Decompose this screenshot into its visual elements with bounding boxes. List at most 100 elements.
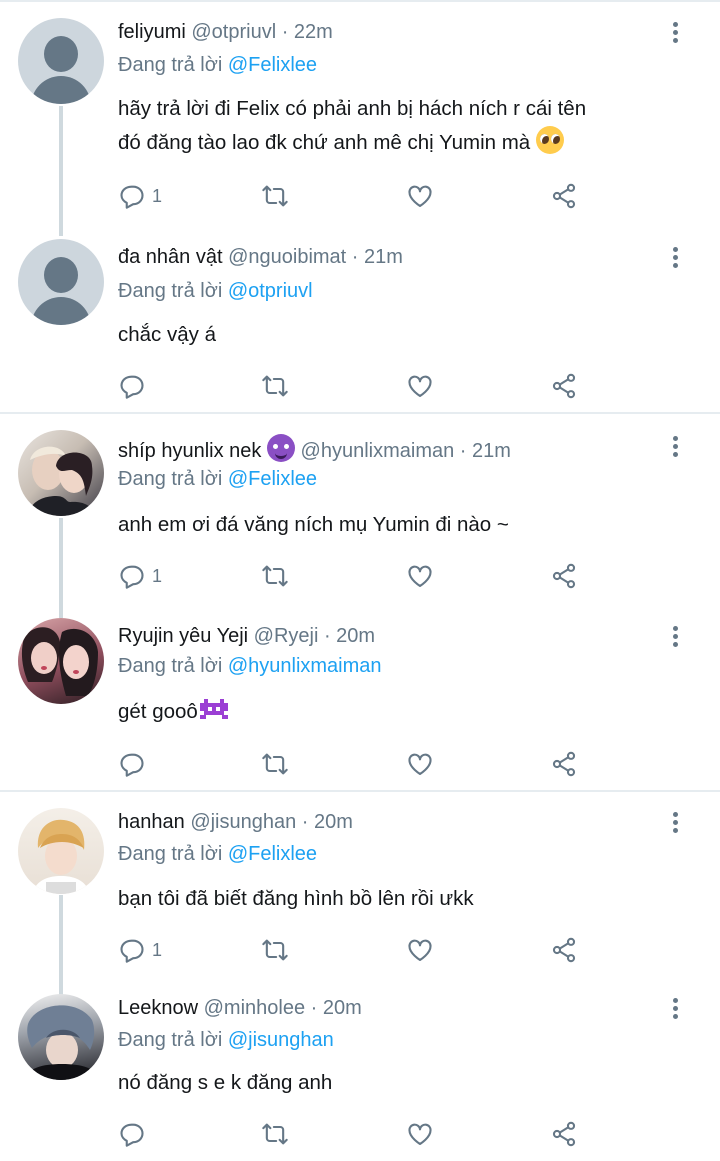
replying-to: Đang trả lời @Felixlee (118, 468, 318, 490)
tweet-actions: 1 (118, 179, 588, 213)
handle-time: @hyunlixmaiman · 21m (300, 440, 511, 462)
tweet-header: shíp hyunlix nek @hyunlixmaiman · 21m (118, 434, 511, 463)
tweet-header: Leeknow @minholee · 20m (118, 996, 362, 1020)
handle-time: @jisunghan · 20m (190, 811, 353, 833)
avatar[interactable] (18, 18, 104, 104)
share-button[interactable] (550, 747, 578, 781)
share-icon (552, 373, 576, 399)
avatar[interactable] (18, 430, 104, 516)
tweet-actions: 1 (118, 559, 588, 593)
replying-to: Đang trả lời @hyunlixmaiman (118, 655, 382, 677)
like-icon (408, 753, 432, 775)
more-icon[interactable] (668, 626, 682, 650)
reply-button[interactable] (118, 369, 152, 403)
reply-count: 1 (152, 939, 163, 960)
reply-icon (120, 1123, 144, 1147)
reply-icon (120, 565, 144, 589)
retweet-button[interactable] (261, 747, 289, 781)
like-button[interactable] (406, 933, 434, 967)
tweet-text: bạn tôi đã biết đăng hình bồ lên rồi ưkk (118, 887, 474, 910)
share-icon (552, 751, 576, 777)
retweet-button[interactable] (261, 179, 289, 213)
more-icon[interactable] (668, 22, 682, 46)
retweet-icon (262, 375, 288, 397)
tweet-header: Ryujin yêu Yeji @Ryeji · 20m (118, 624, 375, 648)
display-name[interactable]: Ryujin yêu Yeji (118, 625, 248, 647)
mention-link[interactable]: @Felixlee (228, 468, 317, 490)
mention-link[interactable]: @hyunlixmaiman (228, 655, 382, 677)
more-icon[interactable] (668, 247, 682, 271)
share-button[interactable] (550, 1117, 578, 1151)
retweet-button[interactable] (261, 369, 289, 403)
tweet-header: feliyumi @otpriuvl · 22m (118, 20, 333, 44)
avatar-photo (28, 446, 96, 516)
tweet-actions (118, 369, 588, 403)
like-button[interactable] (406, 179, 434, 213)
mention-link[interactable]: @jisunghan (228, 1029, 334, 1051)
avatar-photo (32, 819, 90, 894)
reply-count: 1 (152, 565, 163, 586)
thread-connector (59, 895, 63, 995)
share-icon (552, 183, 576, 209)
avatar[interactable] (18, 994, 104, 1080)
thread-connector (59, 518, 63, 618)
mention-link[interactable]: @otpriuvl (228, 280, 313, 302)
like-button[interactable] (406, 369, 434, 403)
share-button[interactable] (550, 179, 578, 213)
display-name[interactable]: shíp hyunlix nek (118, 440, 261, 462)
retweet-button[interactable] (261, 1117, 289, 1151)
avatar[interactable] (18, 618, 104, 704)
reply-button[interactable]: 1 (118, 933, 162, 967)
replying-to: Đang trả lời @Felixlee (118, 843, 318, 865)
retweet-button[interactable] (261, 559, 289, 593)
divider (0, 412, 720, 414)
display-name[interactable]: hanhan (118, 811, 185, 833)
tweet-text: chắc vậy á (118, 323, 216, 346)
share-button[interactable] (550, 559, 578, 593)
more-icon[interactable] (668, 998, 682, 1022)
share-icon (552, 1121, 576, 1147)
display-name[interactable]: feliyumi (118, 21, 186, 43)
like-button[interactable] (406, 747, 434, 781)
tweet-actions (118, 747, 588, 781)
retweet-icon (262, 565, 288, 587)
tweet-header: đa nhân vật @nguoibimat · 21m (118, 245, 403, 269)
reply-icon (120, 375, 144, 399)
retweet-button[interactable] (261, 933, 289, 967)
mention-link[interactable]: @Felixlee (228, 54, 317, 76)
share-button[interactable] (550, 369, 578, 403)
thread-connector (59, 106, 63, 236)
avatar-photo (24, 1005, 100, 1080)
divider (0, 790, 720, 792)
tweet-actions (118, 1117, 588, 1151)
like-icon (408, 1123, 432, 1145)
handle-time: @nguoibimat · 21m (228, 246, 403, 268)
tweet-actions: 1 (118, 933, 588, 967)
more-icon[interactable] (668, 812, 682, 836)
mention-link[interactable]: @Felixlee (228, 843, 317, 865)
reply-icon (120, 939, 144, 963)
display-name[interactable]: Leeknow (118, 997, 198, 1019)
share-icon (552, 937, 576, 963)
avatar[interactable] (18, 808, 104, 894)
more-icon[interactable] (668, 436, 682, 460)
like-button[interactable] (406, 1117, 434, 1151)
retweet-icon (262, 185, 288, 207)
replying-to: Đang trả lời @jisunghan (118, 1029, 334, 1051)
reply-button[interactable]: 1 (118, 559, 162, 593)
tweet-text: anh em ơi đá văng ních mụ Yumin đi nào ~ (118, 513, 509, 536)
share-button[interactable] (550, 933, 578, 967)
like-button[interactable] (406, 559, 434, 593)
display-name[interactable]: đa nhân vật (118, 246, 223, 268)
reply-count: 1 (152, 185, 163, 206)
reply-button[interactable] (118, 747, 152, 781)
pleading-face-emoji (535, 126, 564, 154)
like-icon (408, 375, 432, 397)
retweet-icon (262, 1123, 288, 1145)
tweet-text: hãy trả lời đi Felix có phải anh bị hách… (118, 97, 587, 154)
avatar[interactable] (18, 239, 104, 325)
replying-to: Đang trả lời @Felixlee (118, 54, 318, 76)
reply-button[interactable] (118, 1117, 152, 1151)
reply-button[interactable]: 1 (118, 179, 162, 213)
like-icon (408, 565, 432, 587)
